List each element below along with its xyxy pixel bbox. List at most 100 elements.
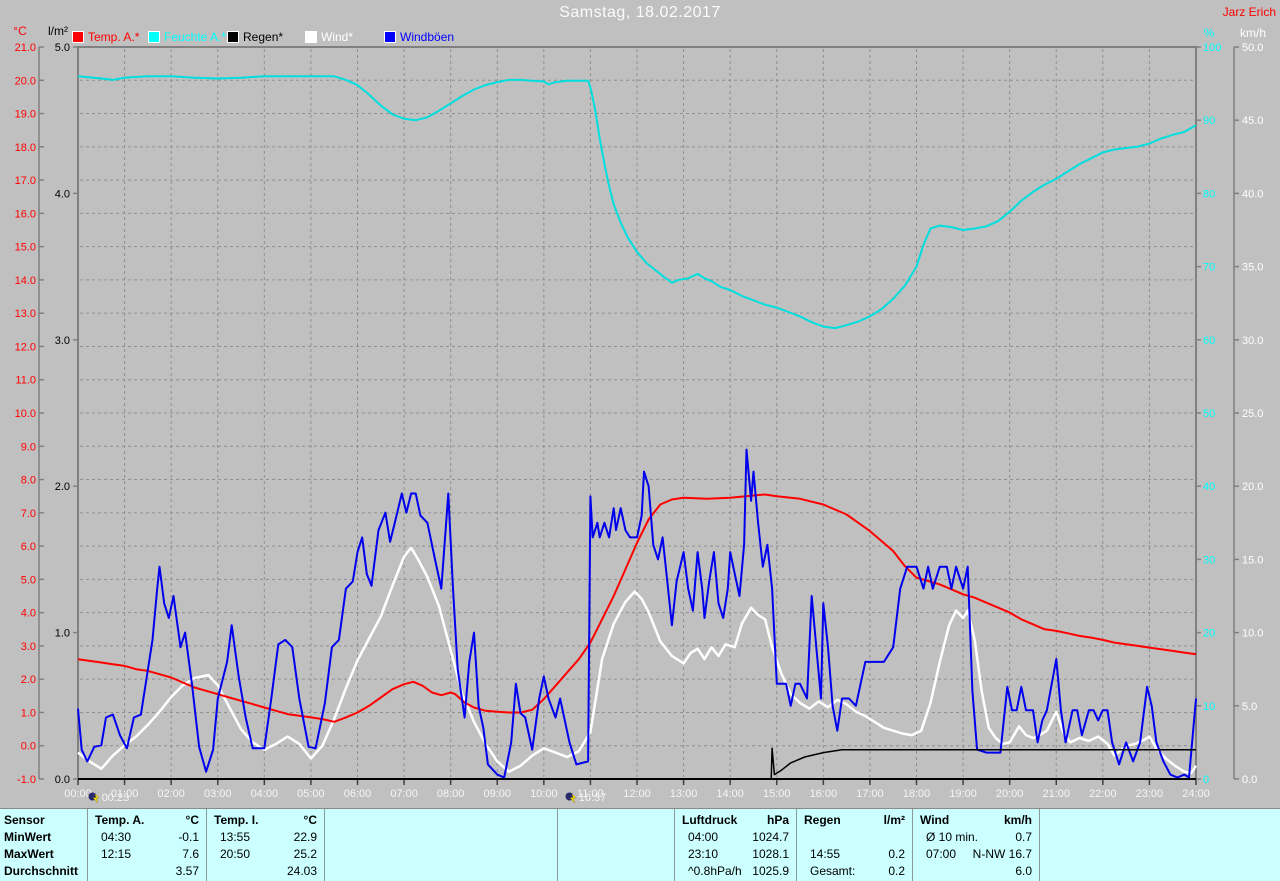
cell-value: 1028.1 <box>752 847 789 861</box>
humidity-tick-label: 30 <box>1203 554 1215 566</box>
humidity-tick-label: 40 <box>1203 481 1215 493</box>
table-cell-row: 14:55 0.2 <box>797 846 912 863</box>
temp-tick-label: 14.0 <box>15 275 36 287</box>
humidity-tick-label: 0 <box>1203 774 1209 786</box>
hour-tick-label: 07:00 <box>390 788 418 800</box>
lightning-icon <box>565 792 577 804</box>
hour-tick-label: 20:00 <box>996 788 1024 800</box>
cell-value: 7.6 <box>182 847 199 861</box>
column-unit: °C <box>185 813 199 827</box>
stats-table: Sensor MinWert MaxWert Durchschnitt Temp. A.… <box>0 808 1280 881</box>
temp-tick-label: 5.0 <box>21 574 36 586</box>
humidity-tick-label: 10 <box>1203 701 1215 713</box>
table-cell-row <box>558 863 674 880</box>
wind-tick-label: 50.0 <box>1242 42 1263 54</box>
legend-label: Windböen <box>400 30 455 44</box>
temp-tick-label: 21.0 <box>15 42 36 54</box>
event-marker-time: 00:23 <box>101 792 130 804</box>
legend-item-4: Wind* <box>305 30 353 44</box>
table-column-header: Regen l/m² <box>797 812 912 829</box>
table-column-regen: Regen l/m² 14:55 0.2 Gesamt: 0.2 <box>797 809 913 881</box>
cell-value: 6.0 <box>1015 864 1032 878</box>
cell-time <box>95 863 101 880</box>
cell-time <box>1047 846 1053 863</box>
temp-tick-label: 13.0 <box>15 308 36 320</box>
hour-tick-label: 24:00 <box>1182 788 1210 800</box>
cell-time: 14:55 <box>810 847 841 861</box>
table-column-empty-7 <box>1040 809 1279 881</box>
wind-tick-label: 35.0 <box>1242 262 1263 274</box>
cell-time <box>565 846 571 863</box>
author-label: Jarz Erich <box>1222 5 1276 19</box>
cell-time: 23:10 <box>688 847 719 861</box>
hour-tick-label: 10:00 <box>530 788 558 800</box>
column-unit: km/h <box>1003 813 1032 827</box>
legend-swatch-icon <box>384 31 396 43</box>
cell-value: 24.03 <box>286 864 317 878</box>
column-unit: °C <box>303 813 317 827</box>
hour-tick-label: 16:00 <box>810 788 838 800</box>
hour-tick-label: 15:00 <box>763 788 791 800</box>
temp-tick-label: 0.0 <box>21 741 36 753</box>
table-column-header: Temp. A. °C <box>88 812 206 829</box>
legend-swatch-icon <box>305 31 317 43</box>
table-cell-row <box>1040 846 1279 863</box>
table-cell-row: 3.57 <box>88 863 206 880</box>
table-column-header: Wind km/h <box>913 812 1039 829</box>
hour-tick-label: 06:00 <box>344 788 372 800</box>
temp-tick-label: 18.0 <box>15 142 36 154</box>
hour-tick-label: 04:00 <box>251 788 279 800</box>
legend-swatch-icon <box>72 31 84 43</box>
column-unit: hPa <box>766 813 789 827</box>
hour-tick-label: 21:00 <box>1042 788 1070 800</box>
rain-tick-label: 0.0 <box>55 774 70 786</box>
temp-tick-label: 17.0 <box>15 175 36 187</box>
humidity-tick-label: 90 <box>1203 115 1215 127</box>
column-title: Regen <box>804 813 841 827</box>
table-cell-row: Ø 10 min. 0.7 <box>913 829 1039 846</box>
table-cell-row: Gesamt: 0.2 <box>797 863 912 880</box>
temp-tick-label: 8.0 <box>21 475 36 487</box>
event-marker: 10:37 <box>565 792 606 805</box>
rain-tick-label: 3.0 <box>55 335 70 347</box>
table-cell-row <box>325 829 557 846</box>
hour-tick-label: 18:00 <box>903 788 931 800</box>
table-column-header <box>325 812 557 829</box>
rain-tick-label: 4.0 <box>55 188 70 200</box>
table-cell-row <box>1040 863 1279 880</box>
legend-item-5: Windböen <box>384 30 454 44</box>
table-cell-row <box>1040 829 1279 846</box>
hour-tick-label: 14:00 <box>716 788 744 800</box>
temp-tick-label: 4.0 <box>21 608 36 620</box>
table-cell-row: 07:00 N-NW 16.7 <box>913 846 1039 863</box>
rain-tick-label: 2.0 <box>55 481 70 493</box>
table-cell-row: 23:10 1028.1 <box>675 846 796 863</box>
table-cell-row: 04:00 1024.7 <box>675 829 796 846</box>
temp-tick-label: 11.0 <box>15 375 36 387</box>
table-cell-row <box>797 829 912 846</box>
cell-time: Gesamt: <box>810 864 856 878</box>
page-title: Samstag, 18.02.2017 <box>559 4 721 21</box>
cell-value: 22.9 <box>293 830 317 844</box>
table-column-tempa: Temp. A. °C 04:30 -0.1 12:15 7.6 3.57 <box>88 809 207 881</box>
hour-tick-label: 19:00 <box>949 788 977 800</box>
legend-swatch-icon <box>227 31 239 43</box>
humidity-tick-label: 50 <box>1203 408 1215 420</box>
table-cell-row <box>558 829 674 846</box>
temp-tick-label: 9.0 <box>21 441 36 453</box>
cell-time: 04:30 <box>101 830 132 844</box>
cell-time <box>1047 829 1053 846</box>
cell-time <box>214 863 220 880</box>
wind-tick-label: 10.0 <box>1242 628 1263 640</box>
cell-time <box>565 829 571 846</box>
table-cell-row: 04:30 -0.1 <box>88 829 206 846</box>
cell-time <box>804 829 810 846</box>
table-column-header: Luftdruck hPa <box>675 812 796 829</box>
cell-value: 1025.9 <box>752 864 789 878</box>
cell-value: 25.2 <box>293 847 317 861</box>
table-row-label: Durchschnitt <box>4 864 79 878</box>
hour-tick-label: 12:00 <box>623 788 651 800</box>
hour-tick-label: 03:00 <box>204 788 232 800</box>
table-cell-row: 6.0 <box>913 863 1039 880</box>
cell-value: 0.2 <box>888 847 905 861</box>
